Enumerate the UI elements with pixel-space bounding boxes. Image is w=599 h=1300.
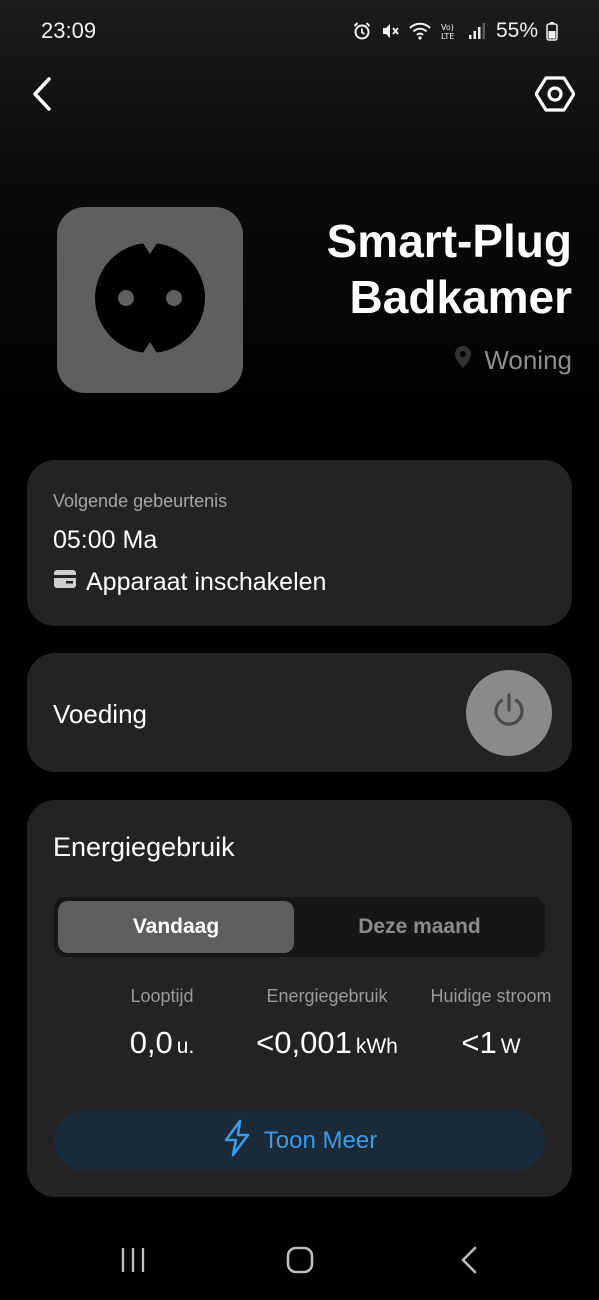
period-selector: Vandaag Deze maand	[54, 897, 545, 957]
show-more-button[interactable]: Toon Meer	[54, 1111, 545, 1171]
svg-text:Vo): Vo)	[441, 23, 454, 32]
power-socket-icon	[94, 242, 206, 359]
system-back-button[interactable]	[444, 1242, 494, 1282]
home-icon	[285, 1245, 315, 1280]
next-event-action-label: Apparaat inschakelen	[86, 568, 327, 596]
battery-percentage: 55%	[495, 19, 538, 42]
top-nav	[0, 72, 599, 122]
schedule-card-icon	[53, 568, 77, 597]
stat-current-power-unit: W	[500, 1035, 521, 1058]
device-name: Smart-Plug Badkamer	[326, 215, 572, 323]
next-event-card[interactable]: Volgende gebeurtenis 05:00 Ma Apparaat i…	[27, 460, 572, 626]
tab-this-month[interactable]: Deze maand	[298, 901, 541, 953]
stat-current-power-label: Huidige stroom	[430, 986, 552, 1006]
location-label: Woning	[484, 345, 572, 375]
next-event-time: 05:00 Ma	[53, 526, 158, 554]
back-arrow-icon	[459, 1245, 479, 1280]
chevron-left-icon	[31, 76, 53, 117]
device-image	[57, 207, 243, 393]
power-card: Voeding	[27, 653, 572, 772]
stat-energy-unit: kWh	[355, 1035, 398, 1058]
stat-runtime-value: 0,0 u.	[92, 1025, 232, 1061]
location-pin-icon	[454, 345, 472, 376]
system-nav-bar	[0, 1222, 599, 1300]
svg-text:LTE: LTE	[441, 32, 454, 41]
stat-energy-value: <0,001 kWh	[242, 1025, 412, 1061]
device-location[interactable]: Woning	[454, 345, 572, 376]
settings-button[interactable]	[533, 74, 577, 118]
status-icons: Vo) LTE 55%	[352, 19, 558, 43]
stat-runtime-number: 0,0	[129, 1025, 173, 1060]
back-button[interactable]	[24, 76, 60, 116]
show-more-label: Toon Meer	[263, 1127, 378, 1154]
tab-today[interactable]: Vandaag	[58, 901, 294, 953]
status-time: 23:09	[41, 18, 97, 43]
next-event-action: Apparaat inschakelen	[53, 568, 326, 597]
stat-energy-label: Energiegebruik	[266, 986, 388, 1006]
stat-current-power-number: <1	[461, 1025, 497, 1060]
stat-runtime-unit: u.	[176, 1035, 195, 1058]
status-bar: 23:09 Vo) LTE 55%	[0, 0, 599, 62]
battery-icon	[546, 21, 558, 41]
energy-card: Energiegebruik Vandaag Deze maand Loopti…	[27, 800, 572, 1197]
volte-icon: Vo) LTE	[440, 21, 460, 41]
energy-title: Energiegebruik	[53, 832, 235, 862]
wifi-icon	[408, 21, 432, 41]
stat-energy-number: <0,001	[256, 1025, 352, 1060]
alarm-icon	[352, 21, 372, 41]
hexagon-settings-icon	[534, 74, 576, 119]
power-label: Voeding	[53, 699, 147, 729]
next-event-label: Volgende gebeurtenis	[53, 491, 228, 511]
mute-icon	[380, 21, 400, 41]
stat-current-power-value: <1 W	[416, 1025, 566, 1061]
stat-current-power: Huidige stroom <1 W	[416, 986, 566, 1061]
stat-runtime: Looptijd 0,0 u.	[92, 986, 232, 1061]
signal-icon	[468, 21, 486, 41]
recent-apps-icon	[119, 1246, 147, 1279]
stat-energy: Energiegebruik <0,001 kWh	[242, 986, 412, 1061]
power-icon	[490, 692, 528, 735]
energy-stats: Looptijd 0,0 u. Energiegebruik <0,001 kWh …	[54, 986, 552, 1066]
stat-runtime-label: Looptijd	[130, 986, 194, 1006]
power-toggle-button[interactable]	[466, 670, 552, 756]
home-button[interactable]	[275, 1242, 325, 1282]
lightning-icon	[222, 1119, 252, 1164]
recent-apps-button[interactable]	[108, 1242, 158, 1282]
